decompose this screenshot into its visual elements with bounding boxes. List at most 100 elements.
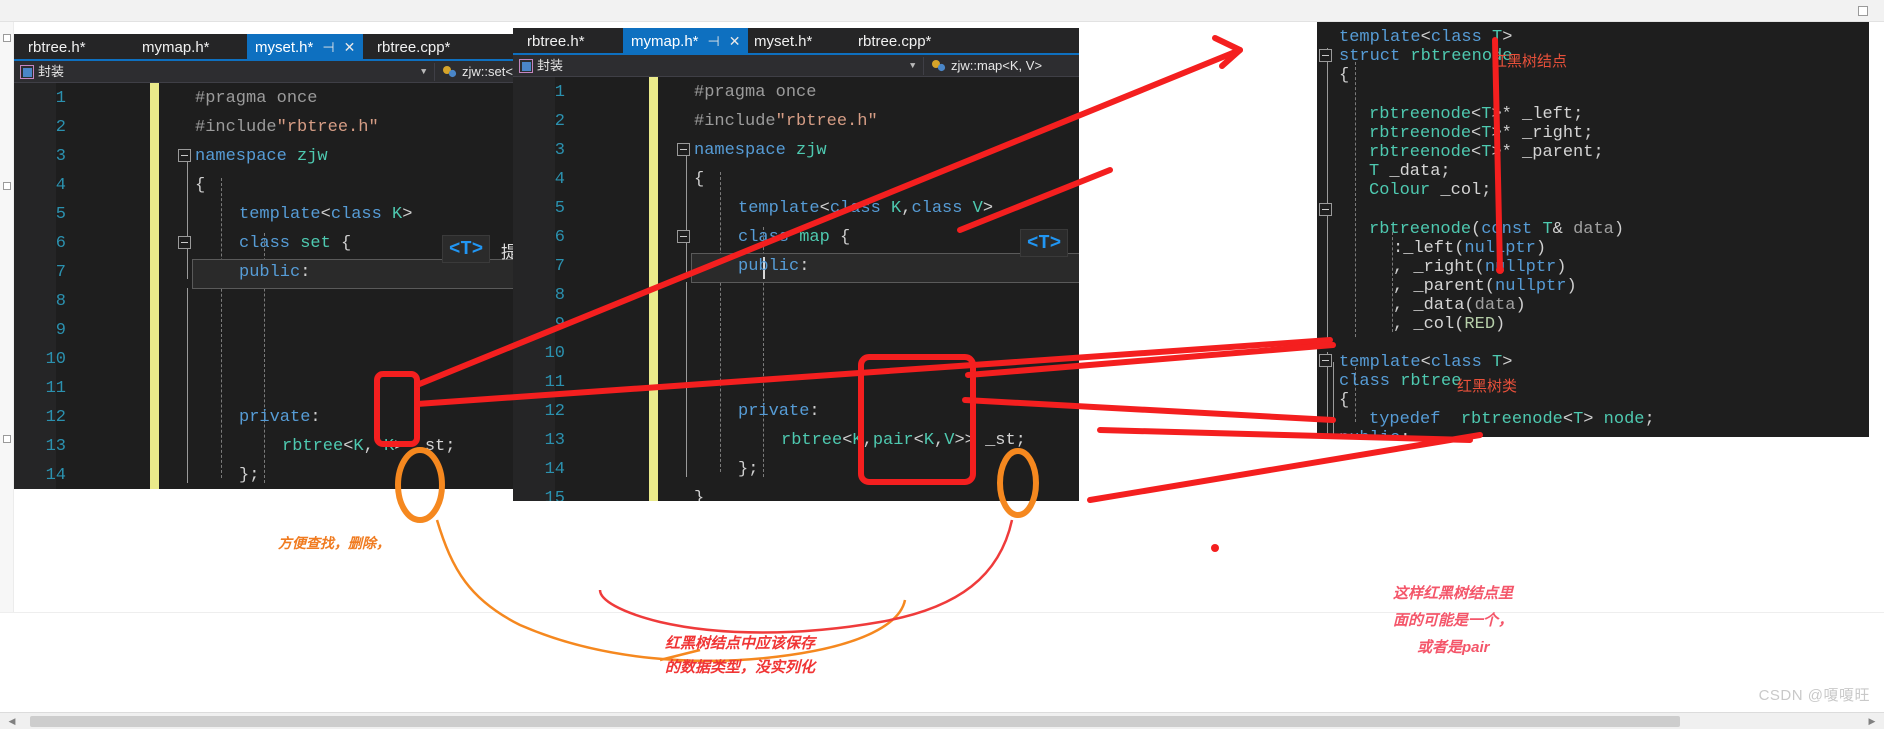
line-number: 14 (45, 466, 66, 485)
code-line: namespace zjw (195, 147, 328, 166)
scope-selector-myset[interactable]: 封装 (20, 61, 64, 83)
editor-window-rbtree[interactable]: template<class T> struct rbtreenode 红黑树结… (1317, 22, 1869, 437)
code-line: private: (239, 408, 321, 427)
navigation-bar-mymap[interactable]: 封装 ▼ zjw::map<K, V> (513, 55, 1079, 77)
line-number: 4 (554, 170, 565, 189)
collapse-toggle-namespace[interactable] (178, 149, 191, 162)
line-number: 12 (544, 402, 565, 421)
tab-myset-h[interactable]: myset.h* (746, 28, 820, 55)
code-line: rbtreenode(const T& data) (1369, 220, 1625, 239)
chevron-down-icon[interactable]: ▼ (421, 61, 426, 83)
pin-icon[interactable]: ⊣ (322, 34, 334, 61)
code-line: { (694, 170, 705, 189)
annotation-red-note-line1: 红黑树结点中应该保存 (665, 635, 816, 652)
tab-label: myset.h* (255, 39, 314, 56)
code-line: rbtreenode<T>* _parent; (1369, 143, 1604, 162)
code-line: #include"rbtree.h" (694, 112, 878, 131)
code-line: , _right(nullptr) (1393, 258, 1567, 277)
scrollbar-thumb[interactable] (30, 716, 1680, 727)
rail-marker[interactable] (3, 435, 11, 443)
scope-label: 封装 (38, 64, 65, 79)
collapse-toggle-struct[interactable] (1319, 49, 1332, 62)
tab-mymap-h[interactable]: mymap.h* ⊣ ✕ (623, 28, 749, 55)
code-line: template<class T> (1339, 28, 1513, 47)
annotation-pink-note-line1: 这样红黑树结点里 (1393, 585, 1514, 602)
tab-rbtree-cpp[interactable]: rbtree.cpp* (850, 28, 939, 55)
template-param-badge[interactable]: <T> (1020, 229, 1069, 257)
line-number: 7 (55, 263, 66, 282)
code-line: } (694, 489, 705, 501)
collapse-toggle-class[interactable] (1319, 354, 1332, 367)
collapse-toggle-namespace[interactable] (677, 143, 690, 156)
template-param-badge[interactable]: <T> (442, 235, 491, 263)
code-line: private: (738, 402, 820, 421)
restore-window-button[interactable] (1858, 6, 1868, 16)
tab-rbtree-h[interactable]: rbtree.h* (519, 28, 593, 55)
indent-guide (686, 282, 687, 477)
code-line: rbtree<K,pair<K,V>> _st; (781, 431, 1026, 450)
line-number: 2 (55, 118, 66, 137)
line-number: 6 (55, 234, 66, 253)
collapse-toggle-constructor[interactable] (1319, 203, 1332, 216)
editor-window-mymap[interactable]: rbtree.h* mymap.h* ⊣ ✕ myset.h* rbtree.cpp… (513, 28, 1079, 501)
scroll-right-arrow-icon[interactable]: ▶ (1866, 716, 1878, 727)
pin-icon[interactable]: ⊣ (708, 28, 720, 55)
encapsulation-icon (20, 65, 34, 79)
close-icon[interactable]: ✕ (344, 34, 356, 61)
indent-guide (686, 155, 687, 273)
code-area-rbtree[interactable]: template<class T> struct rbtreenode 红黑树结… (1317, 22, 1869, 437)
chevron-down-icon[interactable]: ▼ (910, 55, 915, 77)
code-area-mymap[interactable]: 1 2 3 4 5 6 7 8 9 10 11 12 13 14 15 #pra… (513, 77, 1079, 501)
tab-mymap-h[interactable]: mymap.h* (134, 34, 218, 61)
close-icon[interactable]: ✕ (729, 28, 741, 55)
member-selector-mymap[interactable]: zjw::map<K, V> (931, 55, 1042, 77)
code-line: }; (738, 460, 759, 479)
code-line: }; (239, 466, 260, 485)
horizontal-scrollbar[interactable]: ◀ ▶ (0, 712, 1884, 729)
code-line: T _data; (1369, 162, 1451, 181)
member-selector-myset[interactable]: zjw::set<K (442, 61, 522, 83)
code-line: , _col(RED) (1393, 315, 1506, 334)
line-number: 10 (45, 350, 66, 369)
code-line: { (1339, 391, 1350, 410)
tab-rbtree-cpp[interactable]: rbtree.cpp* (369, 34, 458, 61)
code-line: struct rbtreenode (1339, 47, 1513, 66)
csdn-watermark: CSDN @嗄嗄旺 (1758, 687, 1870, 704)
scroll-left-arrow-icon[interactable]: ◀ (6, 716, 18, 727)
code-line: class set { (239, 234, 352, 253)
code-line: template<class K,class V> (738, 199, 994, 218)
document-left-rail (0, 22, 14, 612)
inline-comment-node: 红黑树结点 (1492, 53, 1568, 70)
indent-guide (1327, 48, 1328, 343)
code-line: public: (1339, 429, 1410, 437)
annotation-pink-note-line3: 或者是pair (1417, 639, 1490, 656)
rail-marker[interactable] (3, 182, 11, 190)
tab-myset-h[interactable]: myset.h* ⊣ ✕ (247, 34, 364, 61)
line-number: 6 (554, 228, 565, 247)
line-number: 11 (45, 379, 66, 398)
scope-selector-mymap[interactable]: 封装 (519, 55, 563, 77)
line-number: 9 (55, 321, 66, 340)
indent-guide (1355, 62, 1356, 337)
line-number: 4 (55, 176, 66, 195)
annotation-orange-note: 方便查找，删除， (278, 535, 390, 551)
indent-guide (1333, 362, 1334, 437)
gears-icon (442, 64, 458, 78)
tab-rbtree-h[interactable]: rbtree.h* (20, 34, 94, 61)
line-number: 1 (554, 83, 565, 102)
code-line: { (195, 176, 206, 195)
collapse-toggle-class[interactable] (677, 230, 690, 243)
annotation-pink-note-line2: 面的可能是一个， (1393, 612, 1514, 629)
code-line: public: (239, 263, 311, 282)
indent-guide (187, 161, 188, 279)
tab-strip-mymap[interactable]: rbtree.h* mymap.h* ⊣ ✕ myset.h* rbtree.cpp… (513, 28, 1079, 55)
gutter (14, 83, 56, 489)
line-number: 5 (55, 205, 66, 224)
rail-marker[interactable] (3, 34, 11, 42)
collapse-toggle-class[interactable] (178, 236, 191, 249)
code-line: rbtree<K, K> _st; (282, 437, 456, 456)
line-number: 2 (554, 112, 565, 131)
line-number: 11 (544, 373, 565, 392)
line-number: 12 (45, 408, 66, 427)
line-number: 1 (55, 89, 66, 108)
